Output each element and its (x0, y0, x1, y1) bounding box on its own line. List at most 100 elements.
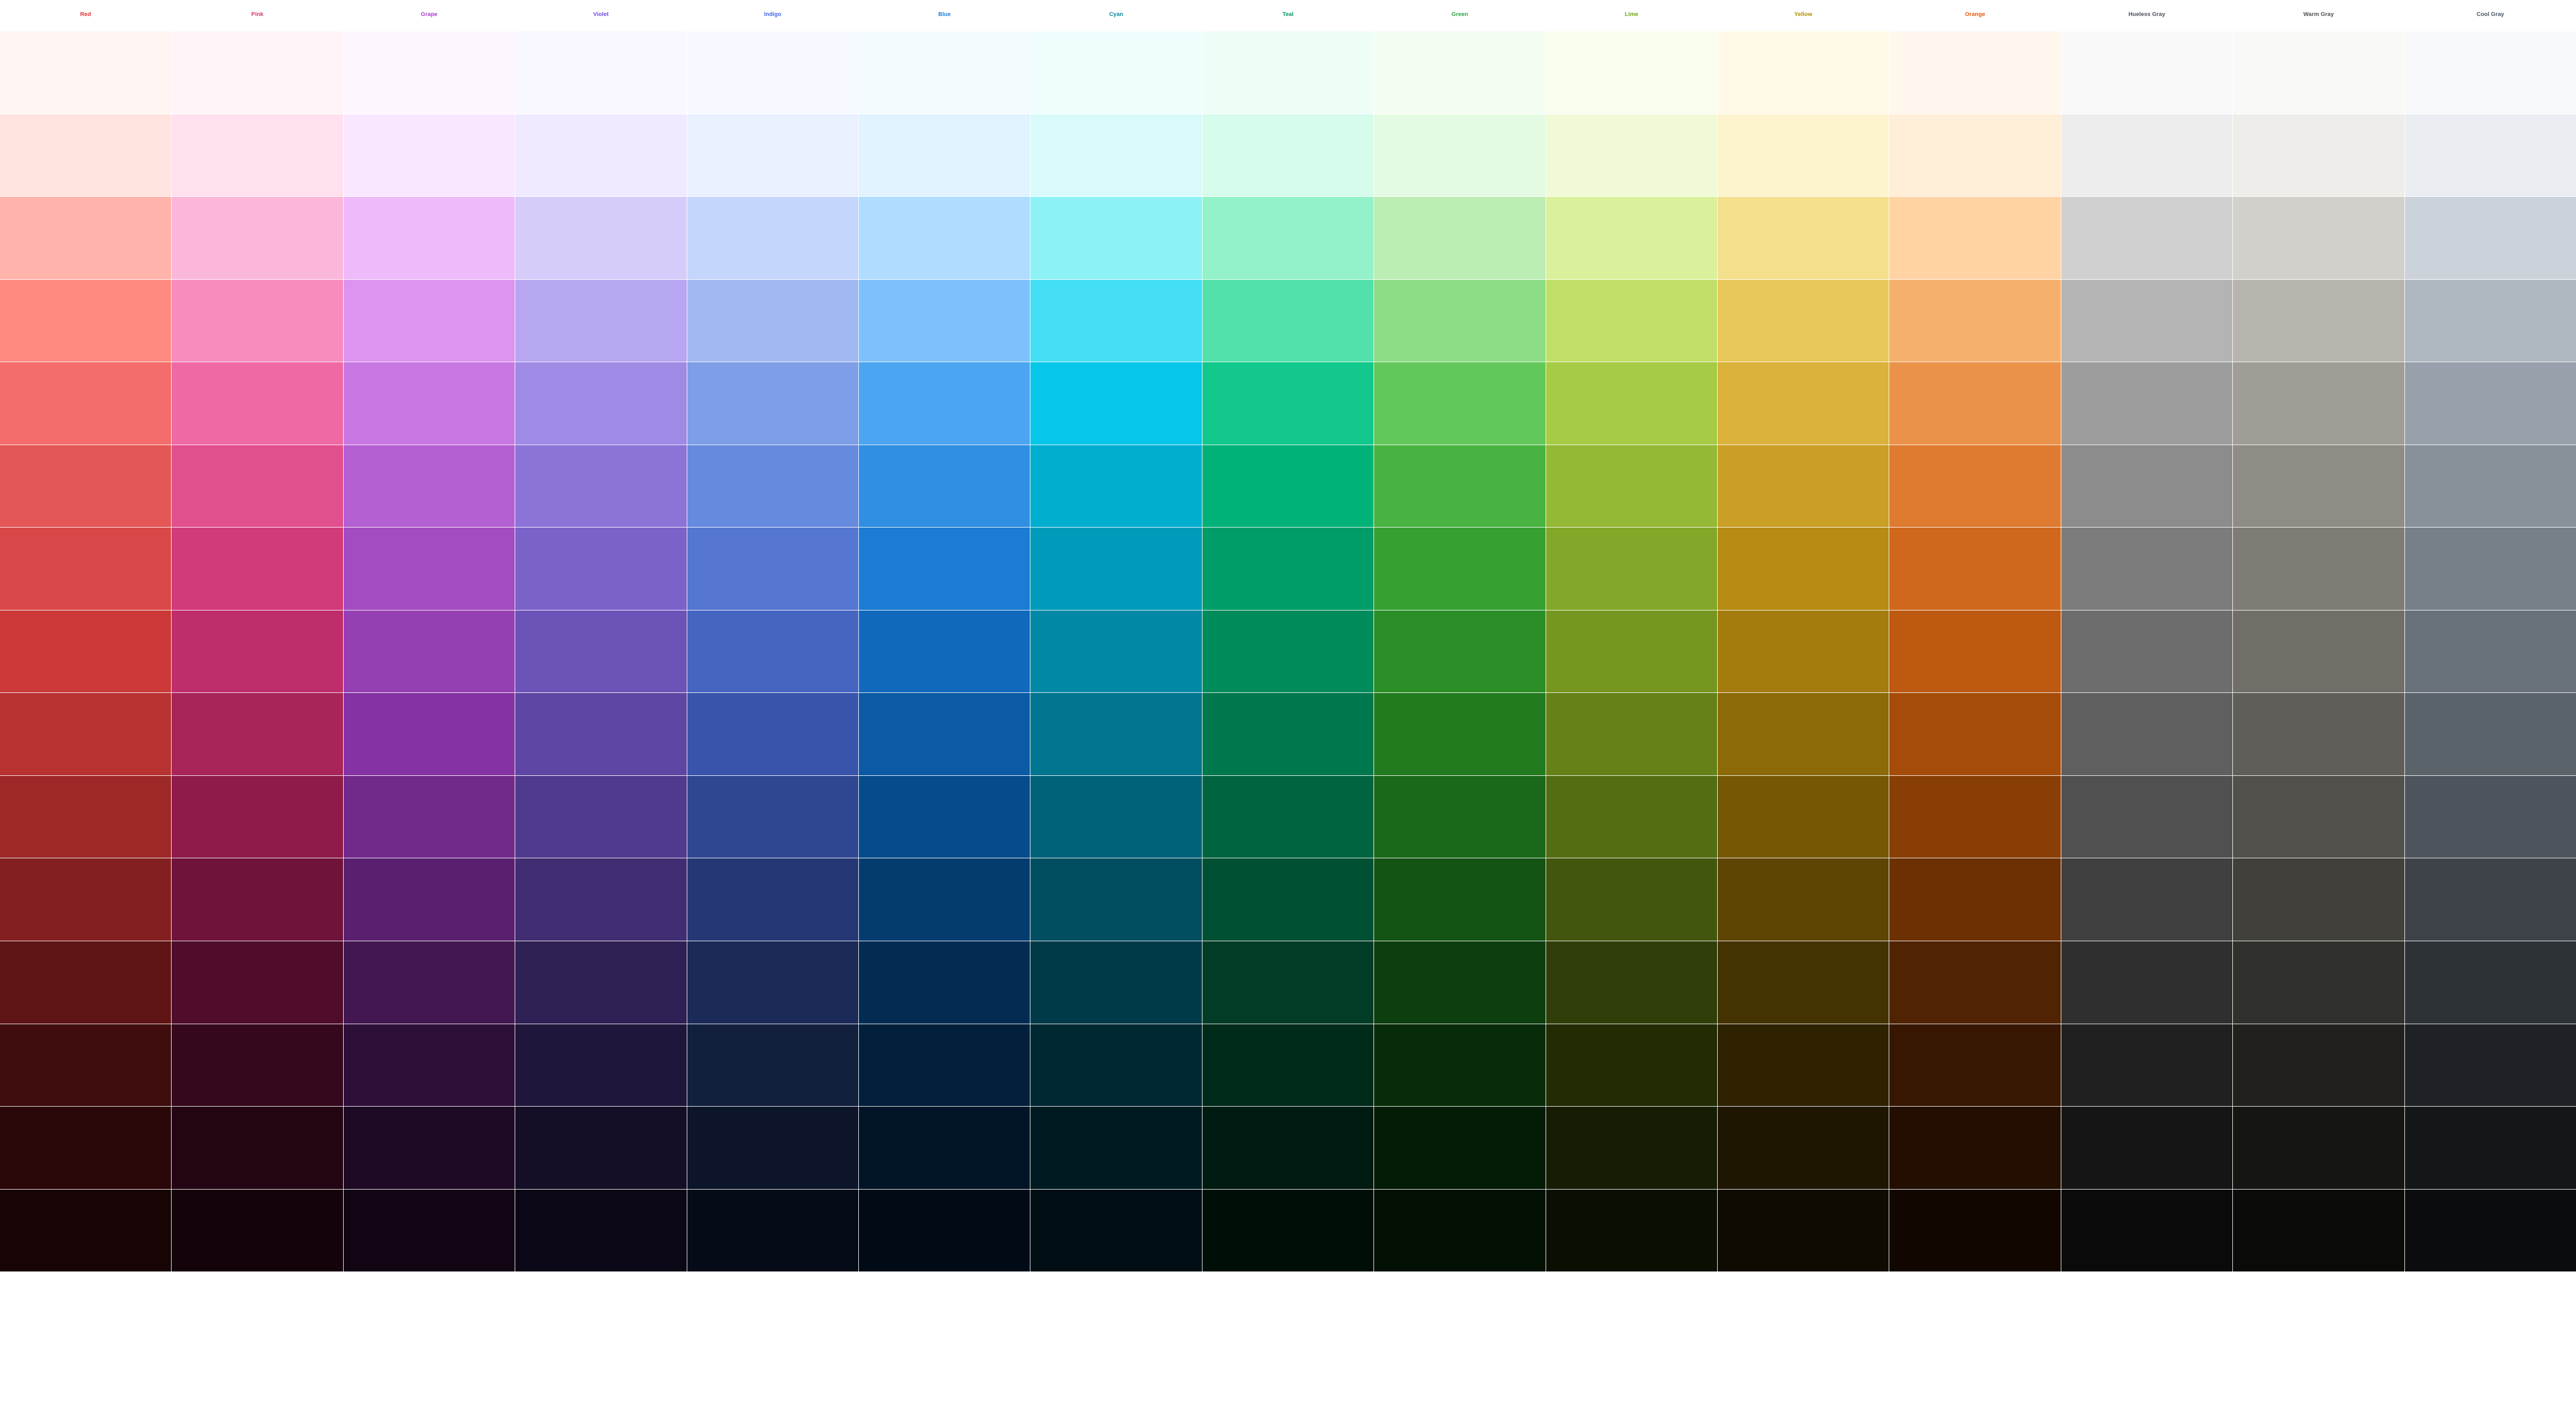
color-swatch[interactable] (1889, 280, 2060, 362)
color-swatch[interactable] (2061, 1107, 2232, 1189)
color-swatch[interactable] (1889, 114, 2060, 197)
color-swatch[interactable] (1889, 362, 2060, 445)
color-swatch[interactable] (1889, 1024, 2060, 1107)
color-swatch[interactable] (0, 1024, 171, 1107)
color-swatch[interactable] (859, 693, 1030, 775)
color-swatch[interactable] (1546, 1190, 1717, 1272)
color-swatch[interactable] (859, 1190, 1030, 1272)
color-swatch[interactable] (1030, 114, 1201, 197)
color-swatch[interactable] (1030, 610, 1201, 693)
color-swatch[interactable] (344, 610, 515, 693)
color-swatch[interactable] (0, 1107, 171, 1189)
color-swatch[interactable] (859, 1107, 1030, 1189)
color-swatch[interactable] (2233, 776, 2404, 858)
color-swatch[interactable] (1202, 1024, 1374, 1107)
color-swatch[interactable] (2233, 858, 2404, 941)
color-swatch[interactable] (1718, 362, 1889, 445)
color-swatch[interactable] (1718, 1190, 1889, 1272)
color-swatch[interactable] (687, 941, 858, 1024)
color-swatch[interactable] (515, 1024, 686, 1107)
color-swatch[interactable] (172, 528, 343, 610)
color-swatch[interactable] (1202, 528, 1374, 610)
color-swatch[interactable] (1374, 114, 1545, 197)
color-swatch[interactable] (344, 941, 515, 1024)
color-swatch[interactable] (1374, 280, 1545, 362)
color-swatch[interactable] (344, 1190, 515, 1272)
color-swatch[interactable] (859, 776, 1030, 858)
color-swatch[interactable] (687, 114, 858, 197)
color-swatch[interactable] (515, 610, 686, 693)
color-swatch[interactable] (1030, 1024, 1201, 1107)
color-swatch[interactable] (1546, 693, 1717, 775)
color-swatch[interactable] (172, 114, 343, 197)
color-swatch[interactable] (1889, 1190, 2060, 1272)
color-swatch[interactable] (0, 776, 171, 858)
color-swatch[interactable] (2405, 610, 2576, 693)
color-swatch[interactable] (687, 280, 858, 362)
color-swatch[interactable] (687, 31, 858, 114)
color-swatch[interactable] (2061, 1024, 2232, 1107)
color-swatch[interactable] (1546, 1107, 1717, 1189)
color-swatch[interactable] (1718, 280, 1889, 362)
color-swatch[interactable] (344, 858, 515, 941)
color-swatch[interactable] (515, 858, 686, 941)
color-swatch[interactable] (172, 941, 343, 1024)
color-swatch[interactable] (2405, 31, 2576, 114)
color-swatch[interactable] (2233, 197, 2404, 279)
color-swatch[interactable] (1718, 445, 1889, 528)
color-swatch[interactable] (2405, 693, 2576, 775)
color-swatch[interactable] (1546, 941, 1717, 1024)
color-swatch[interactable] (1030, 1190, 1201, 1272)
color-swatch[interactable] (1202, 445, 1374, 528)
color-swatch[interactable] (1374, 445, 1545, 528)
color-swatch[interactable] (859, 197, 1030, 279)
color-swatch[interactable] (1374, 693, 1545, 775)
color-swatch[interactable] (0, 197, 171, 279)
color-swatch[interactable] (1374, 197, 1545, 279)
color-swatch[interactable] (344, 776, 515, 858)
color-swatch[interactable] (1889, 858, 2060, 941)
color-swatch[interactable] (2061, 1190, 2232, 1272)
color-swatch[interactable] (1374, 1024, 1545, 1107)
color-swatch[interactable] (2061, 528, 2232, 610)
color-swatch[interactable] (344, 114, 515, 197)
color-swatch[interactable] (2233, 31, 2404, 114)
color-swatch[interactable] (859, 280, 1030, 362)
color-swatch[interactable] (1202, 941, 1374, 1024)
color-swatch[interactable] (1030, 858, 1201, 941)
color-swatch[interactable] (2061, 31, 2232, 114)
color-swatch[interactable] (172, 362, 343, 445)
color-swatch[interactable] (1202, 776, 1374, 858)
color-swatch[interactable] (2405, 1024, 2576, 1107)
color-swatch[interactable] (1030, 693, 1201, 775)
color-swatch[interactable] (2405, 941, 2576, 1024)
color-swatch[interactable] (0, 445, 171, 528)
color-swatch[interactable] (1374, 941, 1545, 1024)
color-swatch[interactable] (2061, 941, 2232, 1024)
color-swatch[interactable] (515, 280, 686, 362)
color-swatch[interactable] (1889, 197, 2060, 279)
color-swatch[interactable] (0, 941, 171, 1024)
color-swatch[interactable] (687, 858, 858, 941)
color-swatch[interactable] (2061, 776, 2232, 858)
color-swatch[interactable] (1889, 693, 2060, 775)
color-swatch[interactable] (2061, 114, 2232, 197)
color-swatch[interactable] (2405, 528, 2576, 610)
color-swatch[interactable] (2405, 280, 2576, 362)
color-swatch[interactable] (859, 610, 1030, 693)
color-swatch[interactable] (859, 362, 1030, 445)
color-swatch[interactable] (1718, 693, 1889, 775)
color-swatch[interactable] (1030, 1107, 1201, 1189)
color-swatch[interactable] (172, 1107, 343, 1189)
color-swatch[interactable] (1030, 197, 1201, 279)
color-swatch[interactable] (1202, 1107, 1374, 1189)
color-swatch[interactable] (1374, 1190, 1545, 1272)
color-swatch[interactable] (1718, 114, 1889, 197)
color-swatch[interactable] (1374, 1107, 1545, 1189)
color-swatch[interactable] (515, 528, 686, 610)
color-swatch[interactable] (2233, 1024, 2404, 1107)
color-swatch[interactable] (859, 445, 1030, 528)
color-swatch[interactable] (2061, 197, 2232, 279)
color-swatch[interactable] (515, 1107, 686, 1189)
color-swatch[interactable] (515, 1190, 686, 1272)
